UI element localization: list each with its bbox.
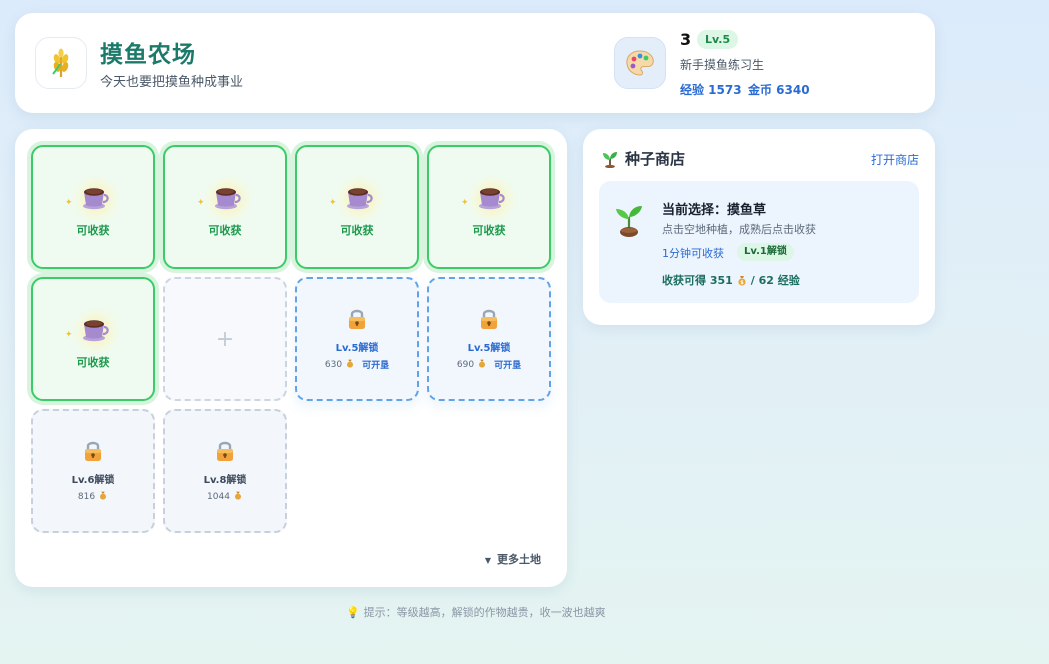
money-bag-icon [345,358,355,371]
farm-plot-ready[interactable]: ✦ 可收获 [163,145,287,269]
cost-value: 816 [77,491,96,502]
shop-title: 种子商店 [601,148,685,169]
app-title: 摸鱼农场 [100,42,196,68]
farm-plot-ready[interactable]: ✦ 可收获 [31,145,155,269]
svg-text:$: $ [740,280,744,286]
farm-plot-ready[interactable]: ✦ 可收获 [427,145,551,269]
money-bag-icon [98,490,108,503]
unlock-level-label: Lv.8解锁 [203,475,247,486]
palette-icon[interactable] [614,37,666,89]
farm-plot-locked[interactable]: Lv.6解锁 816 [31,409,155,533]
lock-icon [83,439,103,467]
reclaim-label: 可开垦 [362,361,390,371]
sparkle-icon: ✦ [197,198,205,208]
seed-shop-card: 种子商店 打开商店 当前选择：摸鱼草 点击空地种植，成熟后点击收获 1分钟可收获… [583,129,935,325]
unlock-cost: 816 [78,490,108,503]
gold-stat: 金币 6340 [748,83,810,97]
farm-plot-unlockable[interactable]: Lv.5解锁 690 可开垦 [427,277,551,401]
unlock-cost: 630 可开垦 [324,358,390,372]
unlock-level-label: Lv.6解锁 [71,475,115,486]
unlock-cost: 690 可开垦 [456,358,522,372]
coffee-cup-icon [476,181,506,215]
user-title: 新手摸鱼练习生 [680,58,765,72]
coffee-cup-icon [80,313,110,347]
wheat-icon [35,37,87,89]
triangle-down-icon: ▼ [484,556,491,565]
ready-label: 可收获 [340,224,374,237]
lightbulb-icon: 💡 [346,606,361,619]
open-shop-button[interactable]: 打开商店 [871,151,919,168]
tip-text: 💡 提示：等级越高，解锁的作物越贵，收一波也越爽 [0,604,952,620]
crop-visual: ✦ [63,308,123,354]
app-subtitle: 今天也要把摸鱼种成事业 [100,75,244,90]
ready-label: 可收获 [208,224,242,237]
seed-unlock-badge: Lv.1解锁 [737,243,794,261]
tip-label: 提示：等级越高，解锁的作物越贵，收一波也越爽 [363,606,606,619]
header-card: 摸鱼农场 今天也要把摸鱼种成事业 3 Lv.5 新手摸鱼练习生 经验 1573 … [15,13,935,113]
lock-icon [479,307,499,335]
sparkle-icon: ✦ [65,198,73,208]
farm-grid: ✦ 可收获 ✦ 可收获 ✦ 可收获 ✦ 可收获 ✦ 可收获 + Lv.5解锁 6… [15,129,567,587]
more-lands-label: 更多土地 [497,553,541,566]
sparkle-icon: ✦ [65,330,73,340]
sprout-icon [613,201,645,241]
crop-visual: ✦ [195,176,255,222]
plus-icon: + [215,326,235,352]
selected-seed-panel: 当前选择：摸鱼草 点击空地种植，成熟后点击收获 1分钟可收获 Lv.1解锁 收获… [599,181,919,303]
crop-visual: ✦ [327,176,387,222]
money-bag-icon [477,358,487,371]
money-bag-icon [233,490,243,503]
selected-seed-name: 当前选择：摸鱼草 [662,203,767,218]
reward-exp: / 62 经验 [750,274,800,287]
ready-label: 可收获 [472,224,506,237]
farm-plot-locked[interactable]: Lv.8解锁 1044 [163,409,287,533]
money-bag-icon: $ [738,276,746,286]
cost-value: 1044 [207,491,230,502]
crop-visual: ✦ [63,176,123,222]
seedling-icon [603,151,617,168]
user-name: 3 [680,30,692,49]
unlock-level-label: Lv.5解锁 [335,343,379,354]
reward-gold: 收获可得 351 [662,274,733,287]
reclaim-label: 可开垦 [494,361,522,371]
seed-grow-time: 1分钟可收获 [662,247,724,260]
unlock-level-label: Lv.5解锁 [467,343,511,354]
coffee-cup-icon [344,181,374,215]
more-lands-toggle[interactable]: ▼ 更多土地 [485,551,541,567]
shop-title-label: 种子商店 [625,150,686,168]
farm-plot-unlockable[interactable]: Lv.5解锁 630 可开垦 [295,277,419,401]
farm-plot-empty[interactable]: + [163,277,287,401]
unlock-cost: 1044 [207,490,243,503]
sparkle-icon: ✦ [329,198,337,208]
sparkle-icon: ✦ [461,198,469,208]
coffee-cup-icon [212,181,242,215]
crop-visual: ✦ [459,176,519,222]
lock-icon [347,307,367,335]
farm-plot-ready[interactable]: ✦ 可收获 [295,145,419,269]
coffee-cup-icon [80,181,110,215]
lock-icon [215,439,235,467]
exp-stat: 经验 1573 [680,83,742,97]
cost-value: 690 [456,359,475,370]
ready-label: 可收获 [76,224,110,237]
farm-plot-ready[interactable]: ✦ 可收获 [31,277,155,401]
seed-reward: 收获可得 351 $ / 62 经验 [662,272,800,288]
cost-value: 630 [324,359,343,370]
level-badge: Lv.5 [697,30,739,49]
ready-label: 可收获 [76,356,110,369]
seed-hint: 点击空地种植，成熟后点击收获 [662,223,816,236]
